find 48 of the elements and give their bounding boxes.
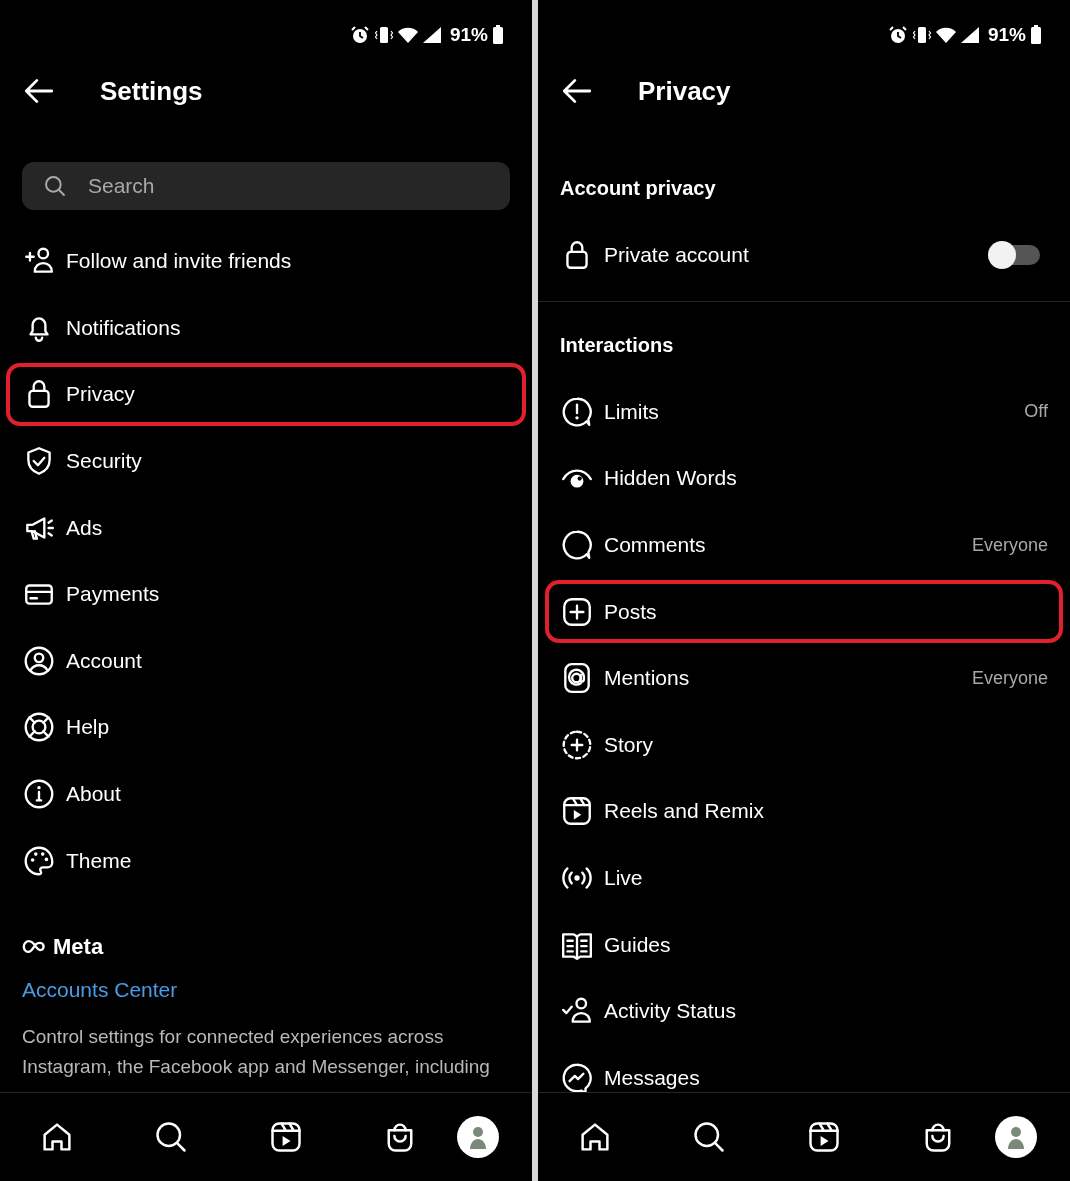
settings-item[interactable]: Story [538, 711, 1070, 779]
settings-item[interactable]: Payments [0, 560, 532, 628]
alarm-icon [887, 25, 908, 45]
settings-item[interactable]: Guides [538, 911, 1070, 978]
section-heading: Account privacy [559, 177, 717, 200]
search-field[interactable]: Search [22, 162, 510, 210]
wifi-icon [935, 25, 956, 45]
settings-item[interactable]: Ads [0, 494, 532, 561]
signal-icon [959, 25, 980, 45]
profile-avatar[interactable] [995, 1116, 1037, 1158]
settings-item[interactable]: Live [538, 844, 1070, 912]
screen-title: Privacy [638, 75, 731, 107]
search-icon [42, 173, 68, 199]
settings-item[interactable]: Limits Off [538, 378, 1070, 446]
settings-item[interactable]: Account [0, 627, 532, 695]
settings-item[interactable]: Security [0, 427, 532, 495]
battery-icon [1030, 25, 1042, 45]
settings-item[interactable]: Notifications [0, 294, 532, 362]
settings-item[interactable]: About [0, 760, 532, 828]
settings-item[interactable]: Comments Everyone [538, 511, 1070, 579]
settings-item[interactable]: Posts [543, 578, 1065, 645]
vibrate-icon [373, 25, 394, 45]
brand-name: Meta [53, 933, 104, 960]
settings-item[interactable]: Private account [538, 222, 1070, 289]
settings-item[interactable]: Follow and invite friends [0, 228, 532, 295]
vibrate-icon [911, 25, 932, 45]
setting-value: Off [1024, 401, 1048, 423]
signal-icon [421, 25, 442, 45]
settings-item[interactable]: Messages [538, 1044, 1070, 1092]
settings-item[interactable]: Privacy [4, 361, 528, 428]
settings-item[interactable]: Help [0, 694, 532, 761]
battery-icon [492, 25, 504, 45]
settings-item[interactable]: Mentions Everyone [538, 644, 1070, 712]
battery-percentage: 91% [449, 24, 488, 46]
battery-percentage: 91% [987, 24, 1026, 46]
accounts-center-link[interactable]: Accounts Center [22, 977, 178, 1002]
settings-item[interactable]: Reels and Remix [538, 778, 1070, 845]
alarm-icon [349, 25, 370, 45]
settings-item[interactable]: Activity Status [538, 977, 1070, 1045]
setting-value: Everyone [971, 534, 1048, 556]
setting-value: Everyone [971, 667, 1048, 689]
settings-item[interactable]: Theme [0, 827, 532, 894]
wifi-icon [397, 25, 418, 45]
settings-item[interactable]: Hidden Words [538, 445, 1070, 512]
description-text: Control settings for connected experiences across Instagram, the Facebook app and Messenger, including [22, 1024, 491, 1079]
screen-title: Settings [100, 75, 203, 107]
profile-avatar[interactable] [457, 1116, 499, 1158]
section-heading: Interactions [559, 333, 675, 357]
